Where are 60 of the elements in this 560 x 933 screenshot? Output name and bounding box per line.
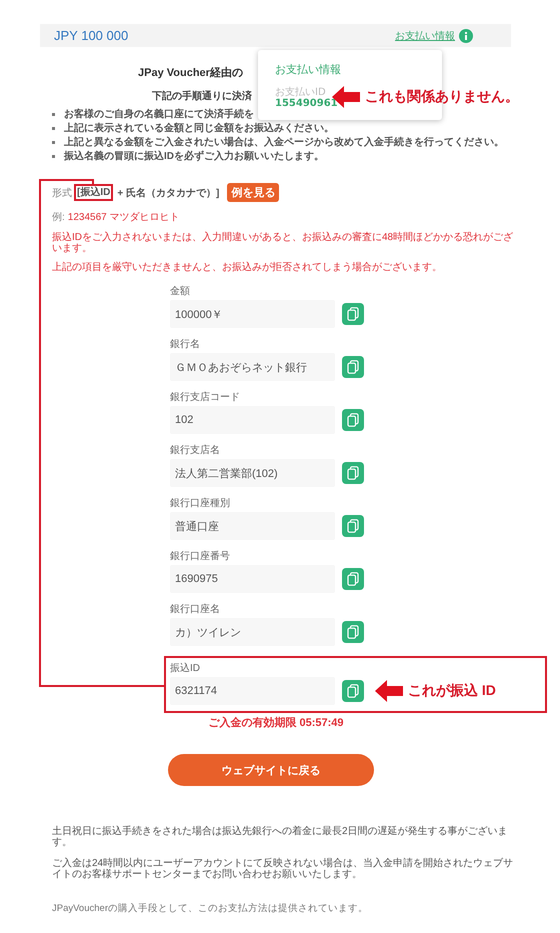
annotation-text: これも関係ありません。 bbox=[365, 88, 519, 106]
payment-info-link[interactable]: お支払い情報 bbox=[395, 28, 455, 42]
copy-icon bbox=[347, 413, 359, 427]
field-value: ＧＭＯあおぞらネット銀行 bbox=[170, 353, 335, 381]
bullet-text: 上記に表示されている金額と同じ金額をお振込みください。 bbox=[64, 122, 334, 135]
copy-icon bbox=[347, 519, 359, 533]
copy-button[interactable] bbox=[342, 568, 364, 590]
payment-id-label: お支払いID bbox=[275, 87, 326, 98]
payment-id-value: 155490961 bbox=[275, 98, 338, 110]
field-value: 1690975 bbox=[170, 565, 335, 593]
example-button[interactable]: 例を見る bbox=[227, 183, 280, 202]
field-label: 金額 bbox=[170, 285, 191, 299]
format-name-text: + 氏名（カタカナで）] bbox=[117, 186, 220, 200]
field-value: 102 bbox=[170, 406, 335, 434]
format-id-text: [振込ID bbox=[77, 187, 110, 198]
warning-text: 振込IDをご入力されないまたは、入力間違いがあると、お振込みの審査に48時間ほどかかる恐れがございます。 bbox=[52, 232, 514, 254]
copy-button[interactable] bbox=[342, 356, 364, 378]
field-label: 銀行支店コード bbox=[170, 391, 241, 405]
format-label: 形式 bbox=[52, 186, 72, 200]
field-label: 銀行口座名 bbox=[170, 603, 221, 617]
annotation-text: これが振込 ID bbox=[408, 682, 496, 700]
copy-button[interactable] bbox=[342, 462, 364, 484]
example-label: 例: bbox=[52, 212, 65, 223]
field-label: 銀行口座番号 bbox=[170, 550, 231, 564]
bullet-text: 上記と異なる金額をご入金されたい場合は、入金ページから改めて入金手続きを行ってください。 bbox=[64, 136, 504, 149]
field-value: 普通口座 bbox=[170, 512, 335, 540]
copy-icon bbox=[347, 572, 359, 586]
field-value: カ）ツイレン bbox=[170, 618, 335, 646]
instruction-text: 下記の手順通りに決済 bbox=[152, 89, 252, 103]
field-label: 銀行口座種別 bbox=[170, 497, 231, 511]
copy-button[interactable] bbox=[342, 303, 364, 325]
copy-button[interactable] bbox=[342, 680, 364, 702]
copy-button[interactable] bbox=[342, 409, 364, 431]
copy-button[interactable] bbox=[342, 621, 364, 643]
bullet-text: お客様のご自身の名義口座にて決済手続を bbox=[64, 107, 254, 121]
field-label: 銀行名 bbox=[170, 338, 201, 352]
expiry-text: ご入金の有効期限 05:57:49 bbox=[207, 716, 345, 730]
copy-icon bbox=[347, 466, 359, 480]
arrow-icon bbox=[375, 680, 403, 702]
copy-icon bbox=[347, 360, 359, 374]
popover-title: お支払い情報 bbox=[275, 62, 341, 77]
copy-icon bbox=[347, 307, 359, 321]
info-icon bbox=[459, 28, 473, 42]
copy-icon bbox=[347, 684, 359, 698]
field-value: 6321174 bbox=[170, 677, 335, 705]
field-label: 振込ID bbox=[170, 662, 201, 676]
bullet-text: 振込名義の冒頭に振込IDを必ずご入力お願いいたします。 bbox=[64, 150, 324, 163]
copy-icon bbox=[347, 625, 359, 639]
field-value: 法人第二営業部(102) bbox=[170, 459, 335, 487]
note-text: ご入金は24時間以内にユーザーアカウントにて反映されない場合は、当入金申請を開始されたウェブサイトのお客様サポートセンターまでお問い合わせお願いいたします。 bbox=[52, 858, 514, 880]
warning-text: 上記の項目を厳守いただきませんと、お振込みが拒否されてしまう場合がございます。 bbox=[52, 262, 443, 273]
example-value: 1234567 マツダヒロヒト bbox=[68, 212, 180, 223]
field-value: 100000￥ bbox=[170, 300, 335, 328]
page-title: JPay Voucher経由の bbox=[138, 66, 243, 81]
field-label: 銀行支店名 bbox=[170, 444, 221, 458]
copy-button[interactable] bbox=[342, 515, 364, 537]
amount-text: JPY 100 000 bbox=[54, 28, 128, 43]
note-text: 土日祝日に振込手続きをされた場合は振込先銀行への着金に最長2日間の遅延が発生する事がございます。 bbox=[52, 826, 509, 848]
footer-text: JPayVoucherの購入手段として、このお支払方法は提供されています。 bbox=[52, 902, 369, 915]
back-to-website-button[interactable]: ウェブサイトに戻る bbox=[168, 754, 374, 786]
